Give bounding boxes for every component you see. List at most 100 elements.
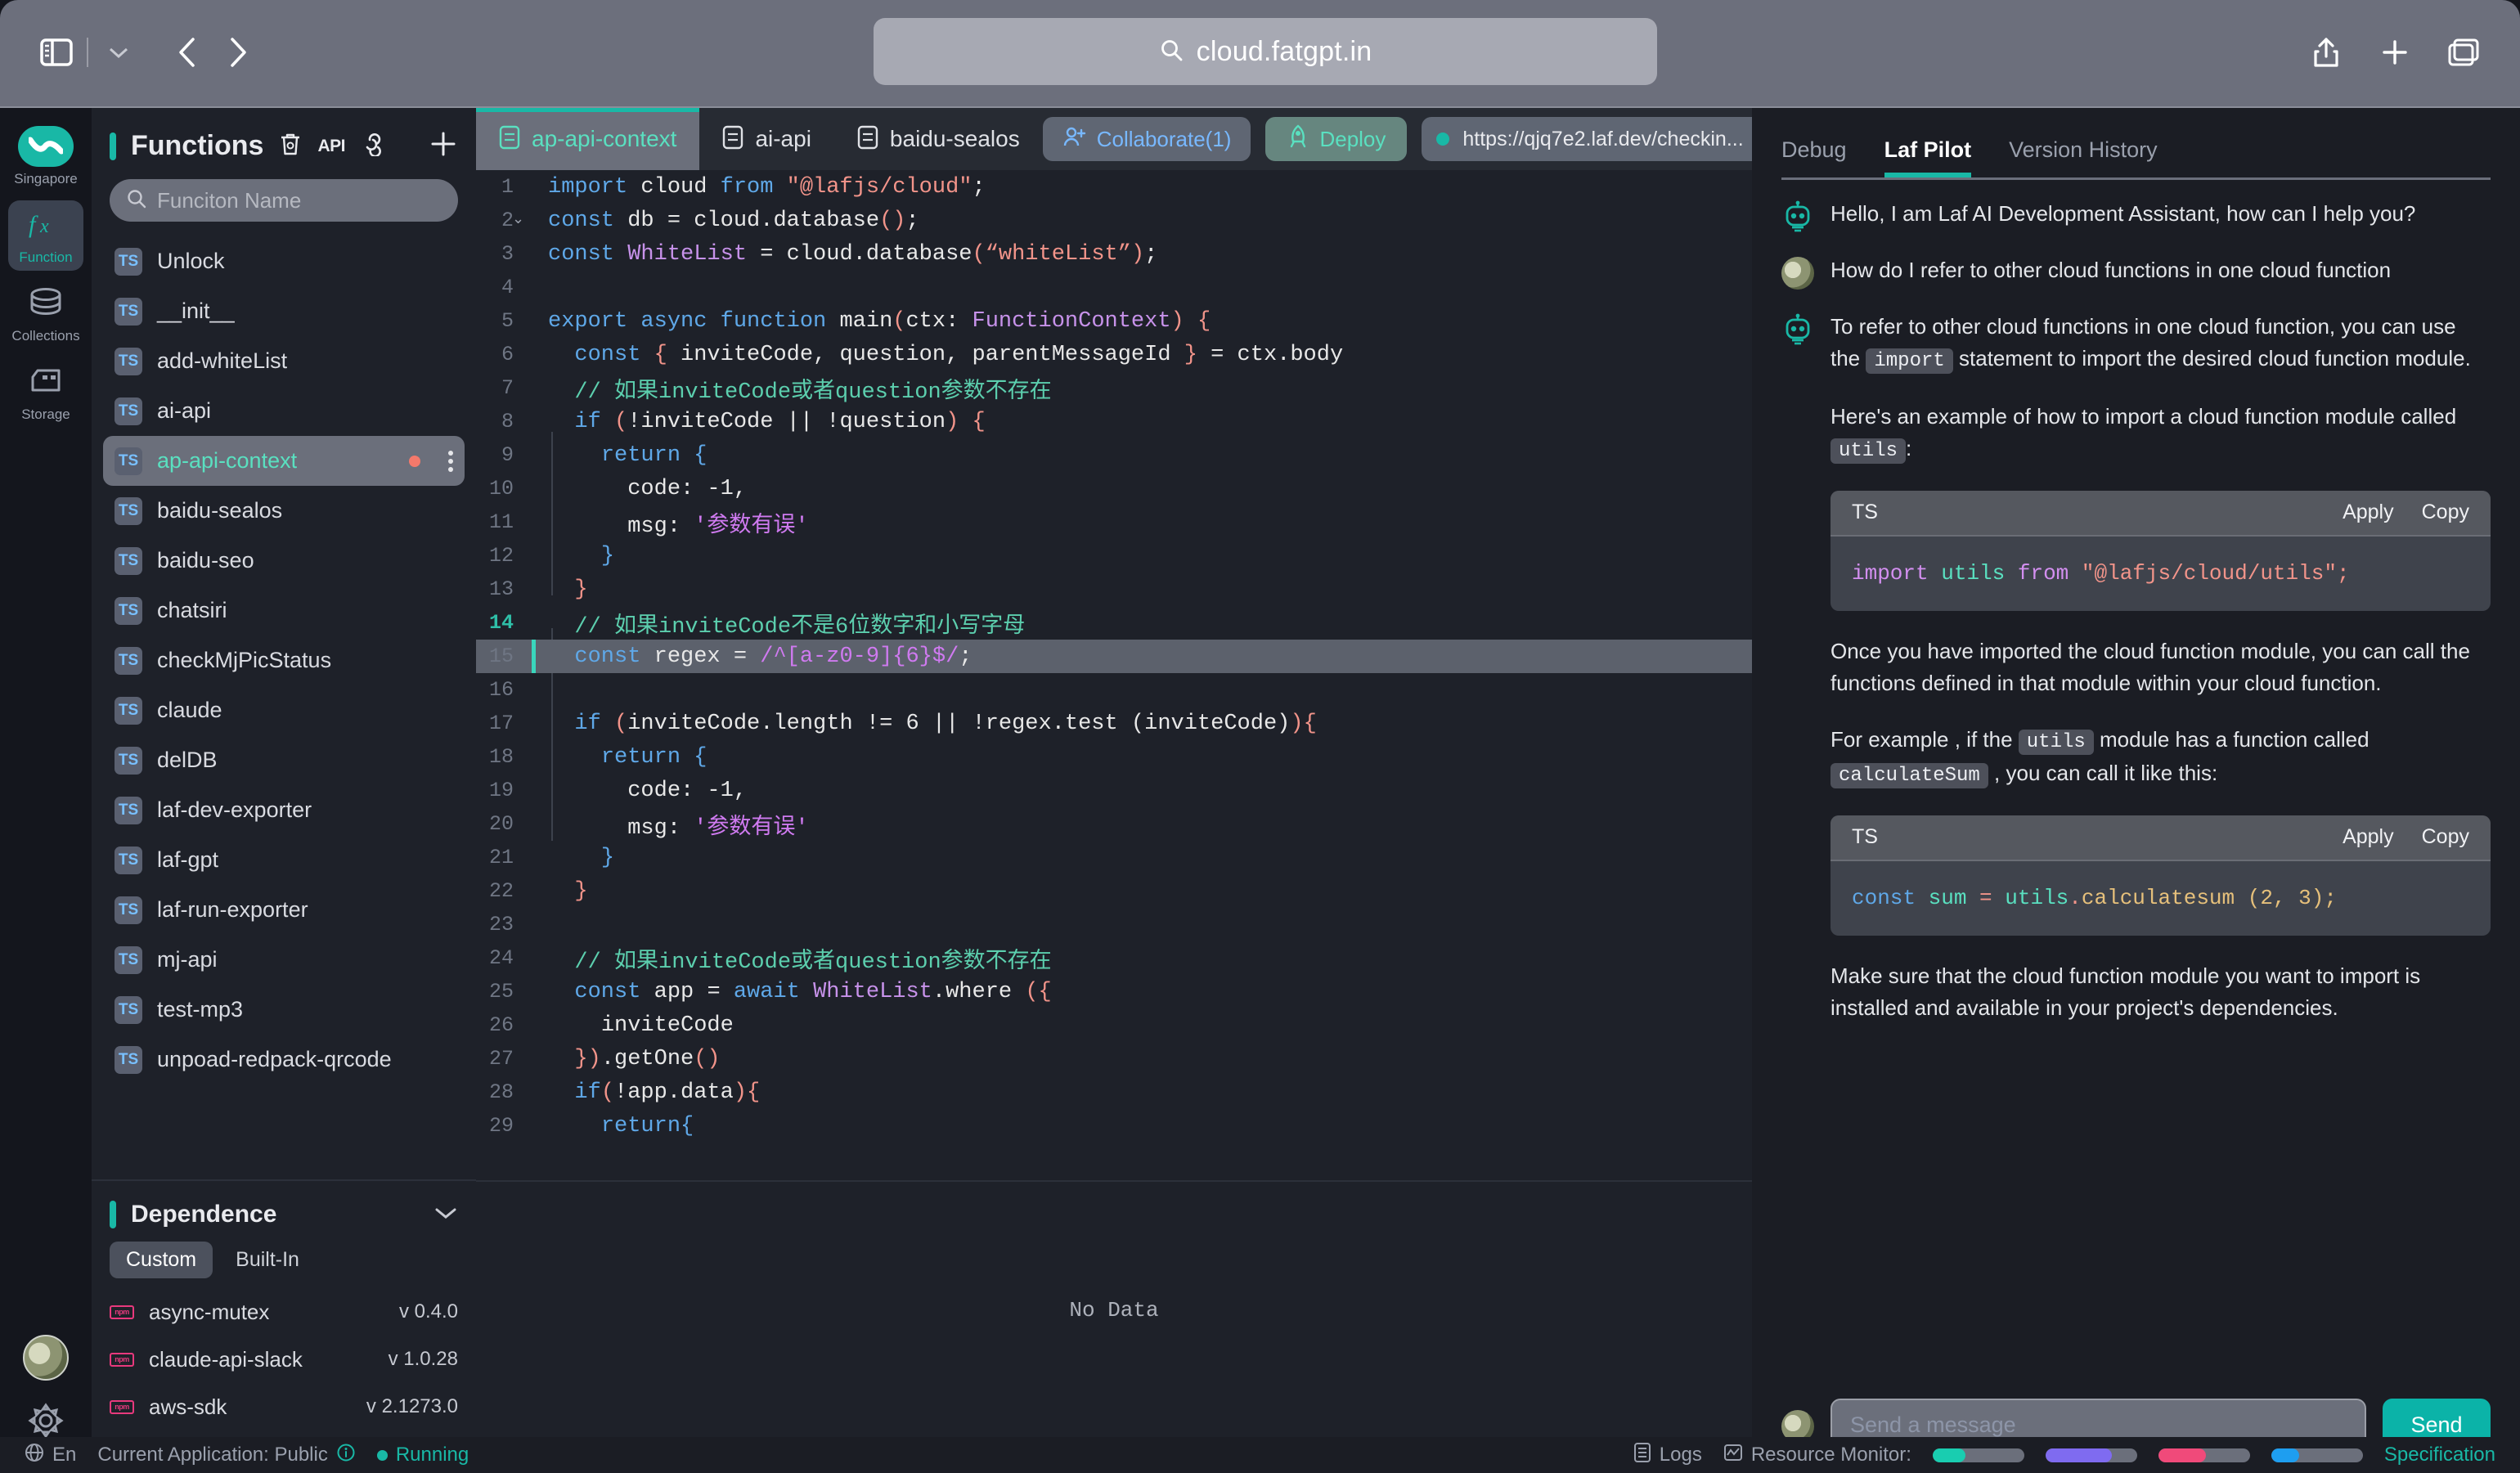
code-line[interactable]: 29 return{ (476, 1109, 1752, 1143)
chevron-down-icon[interactable] (433, 1206, 458, 1224)
code-line[interactable]: 28 if(!app.data){ (476, 1076, 1752, 1109)
add-function-plus-icon[interactable] (429, 129, 458, 163)
collaborate-button[interactable]: Collaborate(1) (1043, 117, 1251, 161)
list-item[interactable]: TStest-mp3 (103, 985, 465, 1035)
chat-message-input[interactable] (1850, 1412, 2347, 1438)
list-item[interactable]: TSclaude (103, 685, 465, 735)
code-line[interactable]: 22 } (476, 874, 1752, 908)
code-line[interactable]: 6 const { inviteCode, question, parentMe… (476, 338, 1752, 371)
code-line[interactable]: 10 code: -1, (476, 472, 1752, 505)
api-icon[interactable]: API (317, 137, 345, 156)
tab-ap-api-context[interactable]: ap-api-context (476, 108, 699, 170)
back-arrow-icon[interactable] (162, 27, 213, 78)
tab-baidu-sealos[interactable]: baidu-sealos (834, 108, 1043, 170)
plus-icon[interactable] (2370, 27, 2420, 78)
code-line[interactable]: 13 } (476, 573, 1752, 606)
message-text: Hello, I am Laf AI Development Assistant… (1830, 198, 2491, 233)
function-search[interactable] (110, 179, 458, 222)
code-line[interactable]: 23 (476, 908, 1752, 941)
code-line[interactable]: 9 return { (476, 438, 1752, 472)
code-line[interactable]: 2const db = cloud.database(); (476, 204, 1752, 237)
list-item[interactable]: TS__init__ (103, 286, 465, 336)
resource-monitor[interactable]: Resource Monitor: (1723, 1443, 1911, 1468)
search-input[interactable] (157, 188, 442, 213)
list-item[interactable]: TSbaidu-sealos (103, 486, 465, 536)
list-item[interactable]: TScheckMjPicStatus (103, 635, 465, 685)
code-line[interactable]: 5export async function main(ctx: Functio… (476, 304, 1752, 338)
rail-item-collections[interactable]: Collections (8, 279, 83, 349)
tab-debug[interactable]: Debug (1781, 137, 1847, 177)
logs-button[interactable]: Logs (1633, 1442, 1702, 1469)
url-bar[interactable]: cloud.fatgpt.in (874, 18, 1657, 85)
list-item[interactable]: npm async-mutex v 0.4.0 (110, 1288, 458, 1336)
list-item[interactable]: npm claude-api-slack v 1.0.28 (110, 1336, 458, 1383)
code-editor[interactable]: ⌄ 1import cloud from "@lafjs/cloud";2con… (476, 170, 1752, 1180)
more-options-icon[interactable] (448, 451, 453, 472)
language-label: En (52, 1444, 76, 1466)
code-text: } (532, 544, 614, 568)
apply-button[interactable]: Apply (2343, 497, 2394, 528)
trash-icon[interactable] (278, 131, 303, 161)
language-selector[interactable]: En (25, 1443, 76, 1468)
code-line[interactable]: 25 const app = await WhiteList.where ({ (476, 975, 1752, 1008)
code-line[interactable]: 11 msg: '参数有误' (476, 505, 1752, 539)
chevron-down-icon[interactable] (93, 27, 144, 78)
list-item[interactable]: TSbaidu-seo (103, 536, 465, 586)
file-icon (722, 125, 743, 154)
code-line[interactable]: 19 code: -1, (476, 774, 1752, 807)
list-item[interactable]: TSlaf-run-exporter (103, 885, 465, 935)
code-line[interactable]: 27 }).getOne() (476, 1042, 1752, 1076)
code-line[interactable]: 3const WhiteList = cloud.database(“white… (476, 237, 1752, 271)
copy-button[interactable]: Copy (2422, 822, 2469, 853)
list-item[interactable]: TSlaf-dev-exporter (103, 785, 465, 835)
code-line[interactable]: 7 // 如果inviteCode或者question参数不存在 (476, 371, 1752, 405)
code-line[interactable]: 8 if (!inviteCode || !question) { (476, 405, 1752, 438)
apply-button[interactable]: Apply (2343, 822, 2394, 853)
list-item[interactable]: TSlaf-gpt (103, 835, 465, 885)
code-line[interactable]: 17 if (inviteCode.length != 6 || !regex.… (476, 707, 1752, 740)
list-item[interactable]: TSchatsiri (103, 586, 465, 635)
code-line[interactable]: 21 } (476, 841, 1752, 874)
answer-p4-b: module has a function called (2094, 727, 2370, 752)
deploy-button[interactable]: Deploy (1265, 117, 1407, 161)
list-item[interactable]: TSadd-whiteList (103, 336, 465, 386)
code-line[interactable]: 4 (476, 271, 1752, 304)
specification-link[interactable]: Specification (2384, 1444, 2495, 1466)
code-line[interactable]: 18 return { (476, 740, 1752, 774)
code-line[interactable]: 20 msg: '参数有误' (476, 807, 1752, 841)
sidebar-toggle-icon[interactable] (31, 27, 82, 78)
code-text: if (inviteCode.length != 6 || !regex.tes… (532, 712, 1317, 736)
tab-laf-pilot[interactable]: Laf Pilot (1884, 137, 1972, 177)
function-name: unpoad-redpack-qrcode (157, 1047, 392, 1072)
user-avatar[interactable] (23, 1335, 69, 1381)
code-line[interactable]: 12 } (476, 539, 1752, 573)
forward-arrow-icon[interactable] (213, 27, 263, 78)
code-line[interactable]: 15 const regex = /^[a-z0-9]{6}$/; (476, 640, 1752, 673)
webhook-icon[interactable] (360, 132, 388, 160)
code-line[interactable]: 14 // 如果inviteCode不是6位数字和小写字母 (476, 606, 1752, 640)
code-line[interactable]: 16 (476, 673, 1752, 707)
rail-item-storage[interactable]: Storage (8, 357, 83, 428)
list-item[interactable]: TSai-api (103, 386, 465, 436)
list-item[interactable]: TSunpoad-redpack-qrcode (103, 1035, 465, 1085)
tab-ai-api[interactable]: ai-api (699, 108, 833, 170)
copy-button[interactable]: Copy (2422, 497, 2469, 528)
tab-version-history[interactable]: Version History (2009, 137, 2158, 177)
list-item[interactable]: npm aws-sdk v 2.1273.0 (110, 1383, 458, 1430)
code-line[interactable]: 1import cloud from "@lafjs/cloud"; (476, 170, 1752, 204)
info-icon[interactable] (336, 1443, 356, 1468)
package-version: v 0.4.0 (399, 1300, 458, 1323)
tab-overview-icon[interactable] (2438, 27, 2489, 78)
tab-custom[interactable]: Custom (110, 1242, 213, 1278)
chat-panel: Debug Laf Pilot Version History Hello, I… (1752, 108, 2520, 1473)
share-icon[interactable] (2301, 27, 2352, 78)
list-item[interactable]: TSmj-api (103, 935, 465, 985)
rail-item-function[interactable]: fx Function (8, 200, 83, 271)
code-line[interactable]: 24 // 如果inviteCode或者question参数不存在 (476, 941, 1752, 975)
rail-region-logo[interactable]: Singapore (8, 119, 83, 192)
tab-built-in[interactable]: Built-In (219, 1242, 316, 1278)
list-item[interactable]: TSdelDB (103, 735, 465, 785)
list-item-selected[interactable]: TS ap-api-context (103, 436, 465, 486)
code-line[interactable]: 26 inviteCode (476, 1008, 1752, 1042)
list-item[interactable]: TSUnlock (103, 236, 465, 286)
